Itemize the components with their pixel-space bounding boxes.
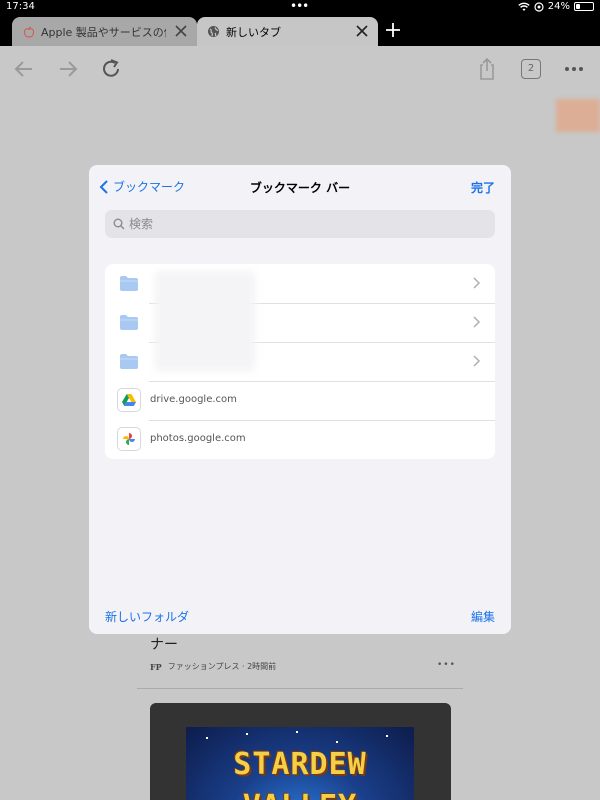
battery-percent: 24% bbox=[547, 1, 570, 12]
avatar[interactable] bbox=[556, 99, 600, 132]
folder-icon bbox=[120, 315, 138, 330]
search-input[interactable] bbox=[129, 217, 469, 231]
chevron-right-icon bbox=[473, 355, 481, 367]
multitasking-dots-icon[interactable]: ••• bbox=[290, 0, 309, 13]
bookmarks-bar-sheet: ブックマーク ブックマーク バー 完了 drive.google.com bbox=[89, 165, 511, 634]
bookmark-site-row[interactable]: photos.google.com bbox=[105, 420, 495, 459]
bookmark-site-row[interactable]: drive.google.com bbox=[105, 381, 495, 420]
back-arrow-icon[interactable] bbox=[12, 56, 38, 82]
bookmark-label: drive.google.com bbox=[150, 394, 237, 405]
battery-level bbox=[576, 4, 580, 9]
reload-icon[interactable] bbox=[98, 56, 124, 82]
game-artwork: STARDEW VALLEY bbox=[186, 727, 414, 800]
bookmark-label: photos.google.com bbox=[150, 433, 246, 444]
location-icon bbox=[534, 1, 544, 12]
status-indicators: 24% bbox=[518, 1, 594, 12]
game-title-line1: STARDEW bbox=[233, 747, 367, 782]
share-icon[interactable] bbox=[474, 56, 500, 82]
apple-icon bbox=[22, 25, 35, 38]
done-button[interactable]: 完了 bbox=[471, 179, 495, 196]
sheet-title: ブックマーク バー bbox=[249, 181, 351, 195]
folder-icon bbox=[120, 354, 138, 369]
source-meta: ファッションプレス · 2時間前 bbox=[167, 662, 277, 671]
search-bar[interactable] bbox=[105, 210, 495, 238]
article-more-button[interactable]: ••• bbox=[437, 660, 456, 670]
article-card-image[interactable]: STARDEW VALLEY bbox=[150, 703, 451, 800]
new-folder-button[interactable]: 新しいフォルダ bbox=[105, 608, 189, 625]
tab-label: Apple 製品やサービスの使… bbox=[41, 25, 166, 39]
google-photos-icon bbox=[117, 427, 141, 451]
tab-strip: Apple 製品やサービスの使… 新しいタブ bbox=[0, 14, 600, 46]
more-icon[interactable] bbox=[561, 56, 587, 82]
sheet-header: ブックマーク ブックマーク バー 完了 bbox=[89, 165, 511, 209]
chevron-right-icon bbox=[473, 316, 481, 328]
search-icon bbox=[113, 218, 125, 230]
tab-new-tab[interactable]: 新しいタブ bbox=[197, 17, 378, 46]
battery-icon bbox=[574, 2, 594, 11]
article-title[interactable]: ナー bbox=[150, 634, 178, 654]
edit-button[interactable]: 編集 bbox=[471, 608, 495, 625]
google-drive-icon bbox=[117, 388, 141, 412]
tab-apple-support[interactable]: Apple 製品やサービスの使… bbox=[12, 17, 197, 46]
status-time: 17:34 bbox=[6, 1, 35, 12]
wifi-icon bbox=[518, 2, 530, 11]
tab-count-button[interactable]: 2 bbox=[521, 59, 541, 79]
divider bbox=[137, 688, 463, 689]
close-icon[interactable] bbox=[354, 23, 370, 39]
tab-label: 新しいタブ bbox=[226, 25, 281, 39]
bookmark-list: drive.google.com photos.google.com bbox=[105, 264, 495, 459]
forward-arrow-icon[interactable] bbox=[54, 56, 80, 82]
folder-icon bbox=[120, 276, 138, 291]
redaction-overlay bbox=[155, 271, 255, 371]
close-icon[interactable] bbox=[173, 23, 189, 39]
globe-icon bbox=[207, 25, 220, 38]
source-logo: FP bbox=[150, 661, 162, 672]
chevron-right-icon bbox=[473, 277, 481, 289]
game-title-line2: VALLEY bbox=[186, 789, 414, 800]
status-bar: 17:34 ••• 24% bbox=[0, 0, 600, 14]
browser-toolbar: 2 bbox=[0, 46, 600, 92]
article-source: FP ファッションプレス · 2時間前 bbox=[150, 661, 276, 672]
new-tab-plus-icon[interactable] bbox=[383, 20, 403, 40]
